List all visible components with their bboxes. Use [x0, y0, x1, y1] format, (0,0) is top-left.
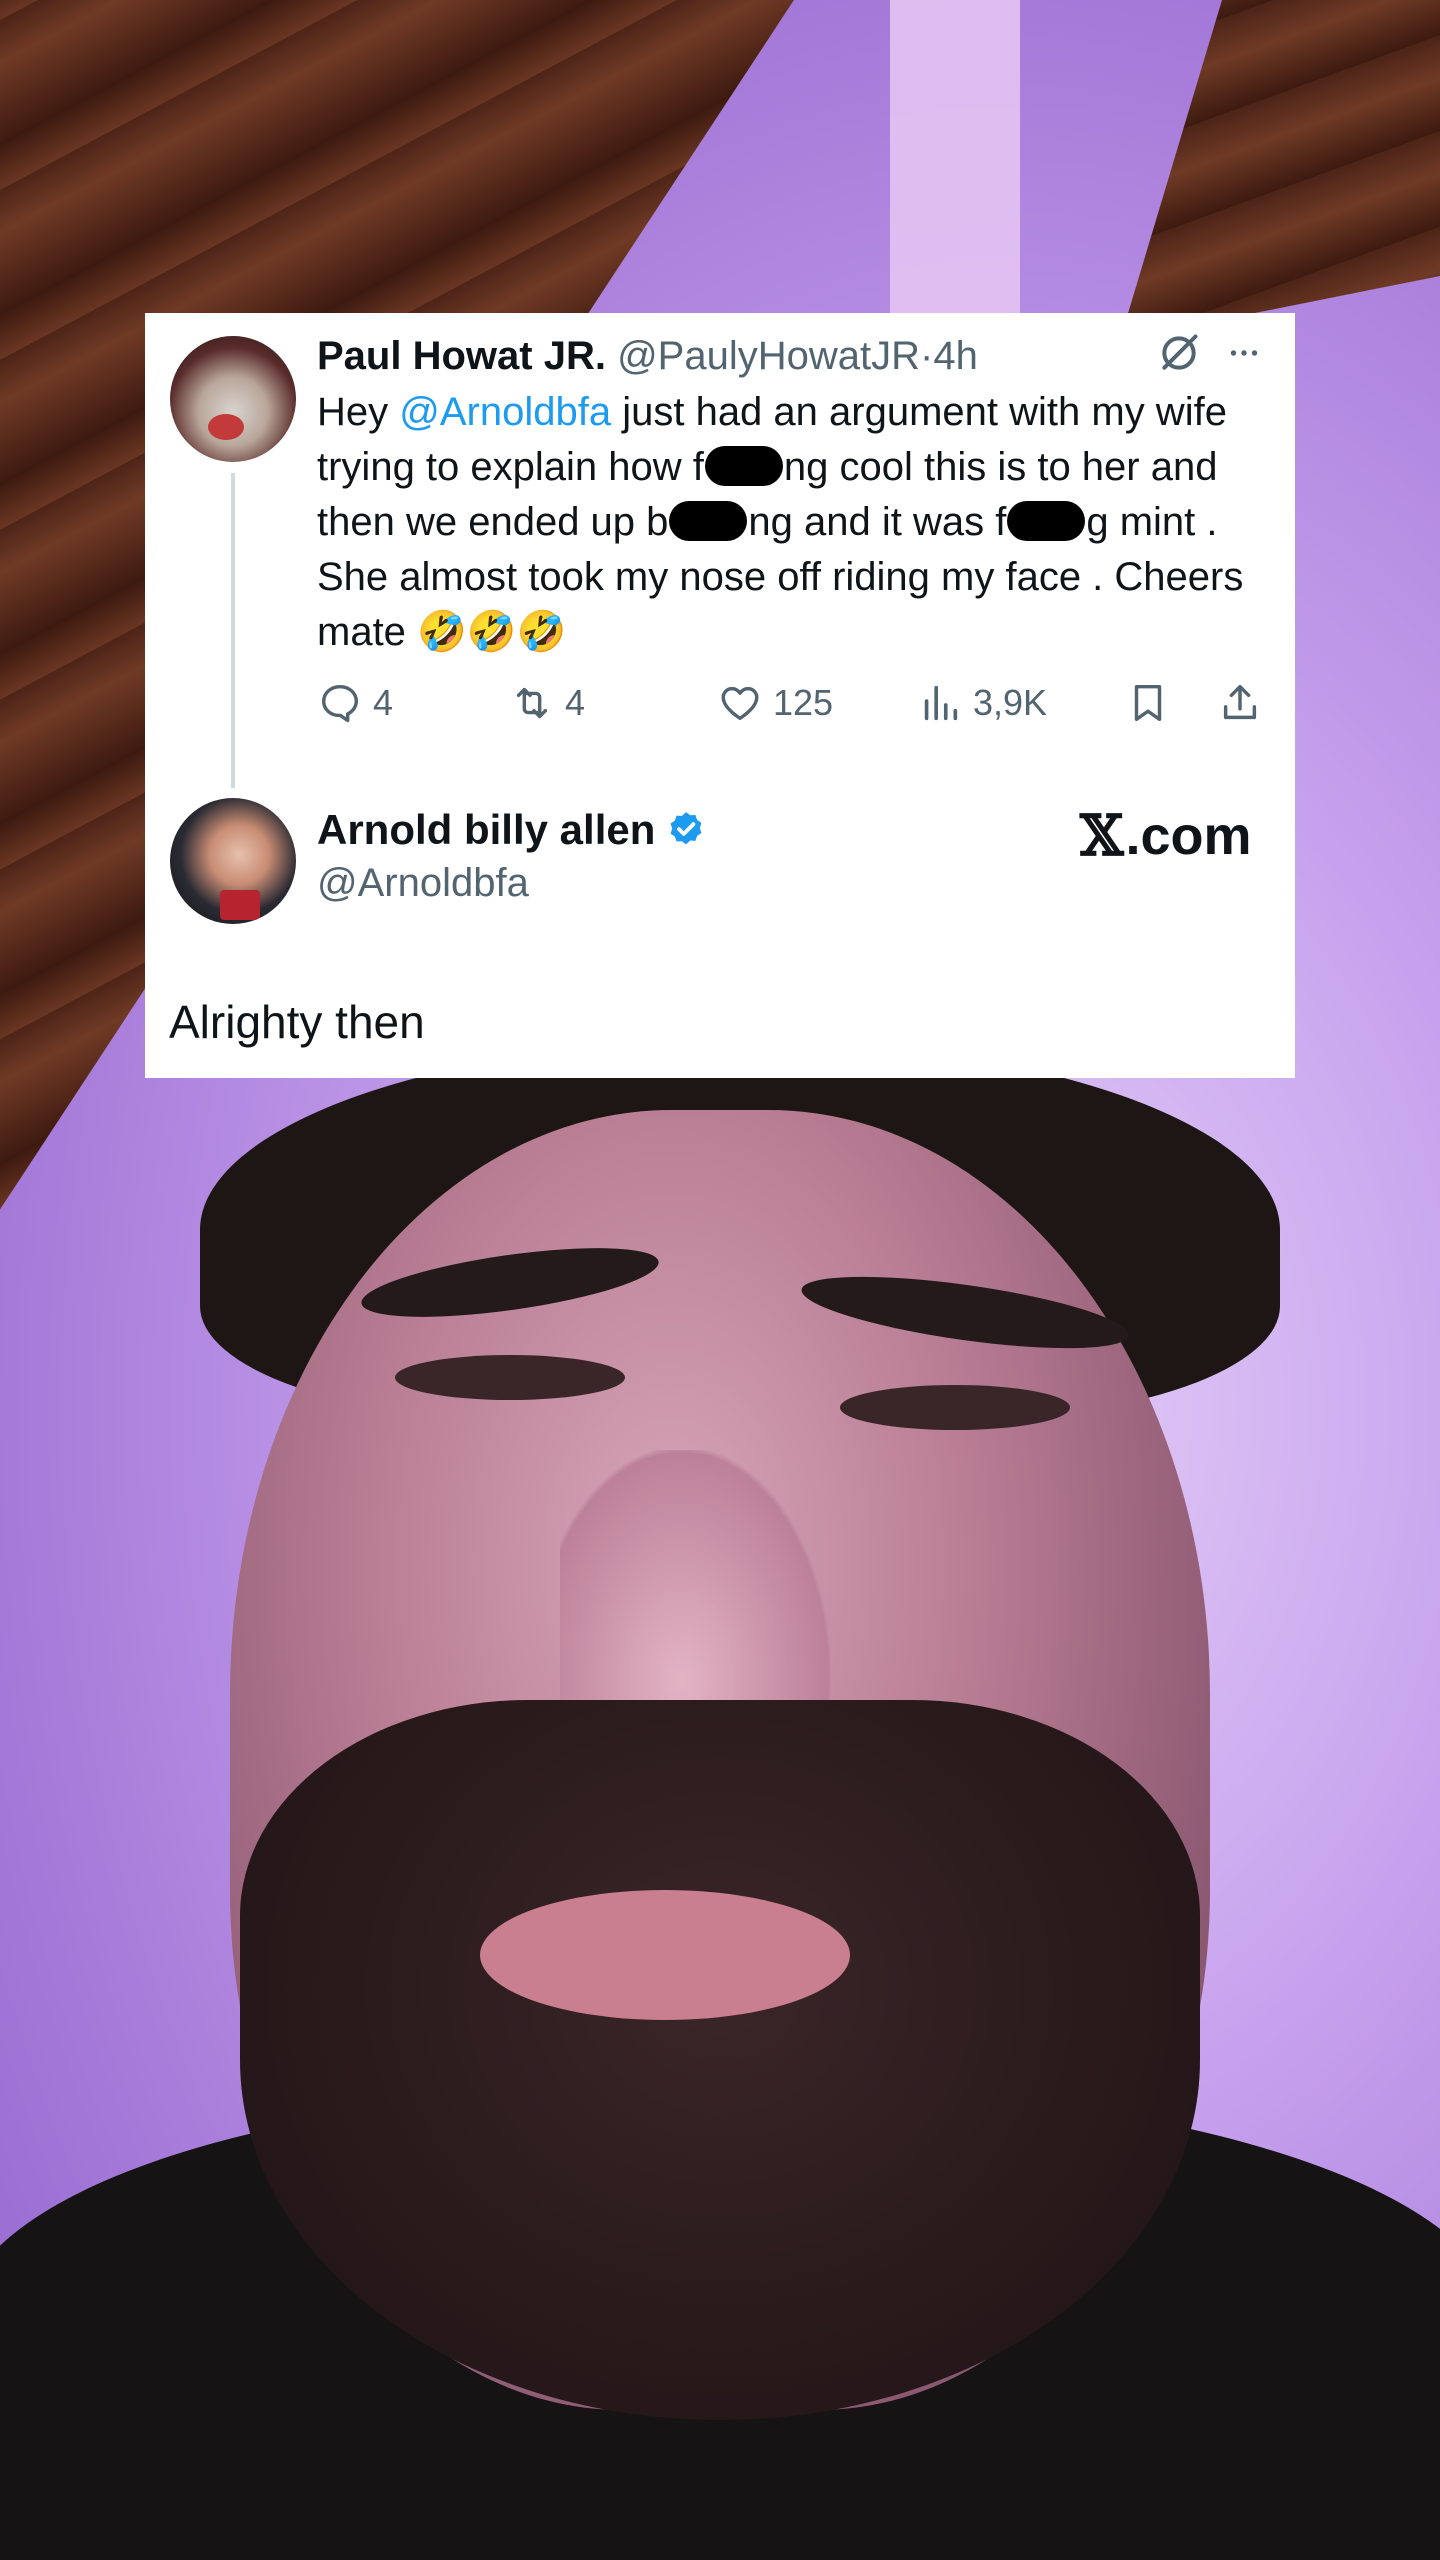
tweet-1-text-p3: ng and it was f [748, 500, 1007, 544]
like-button[interactable]: 125 [717, 673, 833, 733]
tweet-1-author-name[interactable]: Paul Howat JR. [317, 334, 606, 378]
repost-count: 4 [565, 682, 586, 723]
reply-button[interactable]: 4 [317, 673, 393, 733]
tweet-2-text: Alrighty then [169, 996, 425, 1048]
tweet-1-handle[interactable]: @PaulyHowatJR [617, 334, 920, 378]
x-com-watermark: 𝕏 .com [1080, 803, 1252, 869]
views-count: 3,9K [973, 682, 1048, 723]
verified-badge-icon [670, 812, 702, 845]
laughing-emojis: 🤣🤣🤣 [417, 609, 567, 655]
tweet-1-header: Paul Howat JR. @PaulyHowatJR·4h [317, 328, 978, 384]
tweet-screenshot-card: Paul Howat JR. @PaulyHowatJR·4h Hey @Arn… [145, 313, 1295, 1078]
thread-connector-line [231, 473, 235, 788]
tweet-2-handle[interactable]: @Arnoldbfa [317, 861, 529, 906]
like-count: 125 [773, 682, 834, 723]
tweet-2-author[interactable]: Arnold billy allen [317, 806, 707, 854]
tweet-2-author-name: Arnold billy allen [317, 806, 656, 853]
x-logo-icon: 𝕏 [1080, 803, 1124, 869]
reply-icon [321, 684, 359, 723]
bookmark-button[interactable] [1125, 673, 1181, 733]
views-button[interactable]: 3,9K [917, 673, 1047, 733]
person-beard [240, 1700, 1200, 2420]
mention-arnoldbfa[interactable]: @Arnoldbfa [399, 390, 611, 434]
person-eye-right [840, 1385, 1070, 1430]
share-icon [1223, 684, 1257, 720]
like-icon [721, 686, 759, 721]
person-eye-left [395, 1355, 625, 1400]
grok-icon[interactable] [1157, 331, 1201, 375]
tweet-1-timestamp[interactable]: 4h [933, 334, 978, 378]
avatar-paul-howat[interactable] [170, 336, 296, 462]
person-lips [480, 1890, 850, 2020]
repost-button[interactable]: 4 [509, 673, 585, 733]
tweet-1-action-bar: 4 4 125 3,9K [317, 673, 1277, 733]
tweet-1-separator: · [920, 334, 934, 378]
reply-count: 4 [373, 682, 394, 723]
censor-bar [669, 501, 748, 541]
more-icon[interactable] [1223, 335, 1265, 371]
light-beam [890, 0, 1020, 330]
watermark-text: .com [1125, 806, 1252, 866]
censor-bar [704, 446, 783, 486]
avatar-arnold-allen[interactable] [170, 798, 296, 924]
bookmark-icon [1134, 684, 1162, 722]
views-icon [924, 685, 958, 721]
tweet-1-text-start: Hey [317, 390, 400, 434]
censor-bar [1007, 501, 1086, 541]
tweet-1-text: Hey @Arnoldbfa just had an argument with… [317, 385, 1277, 660]
repost-icon [516, 687, 548, 719]
share-button[interactable] [1217, 673, 1273, 733]
